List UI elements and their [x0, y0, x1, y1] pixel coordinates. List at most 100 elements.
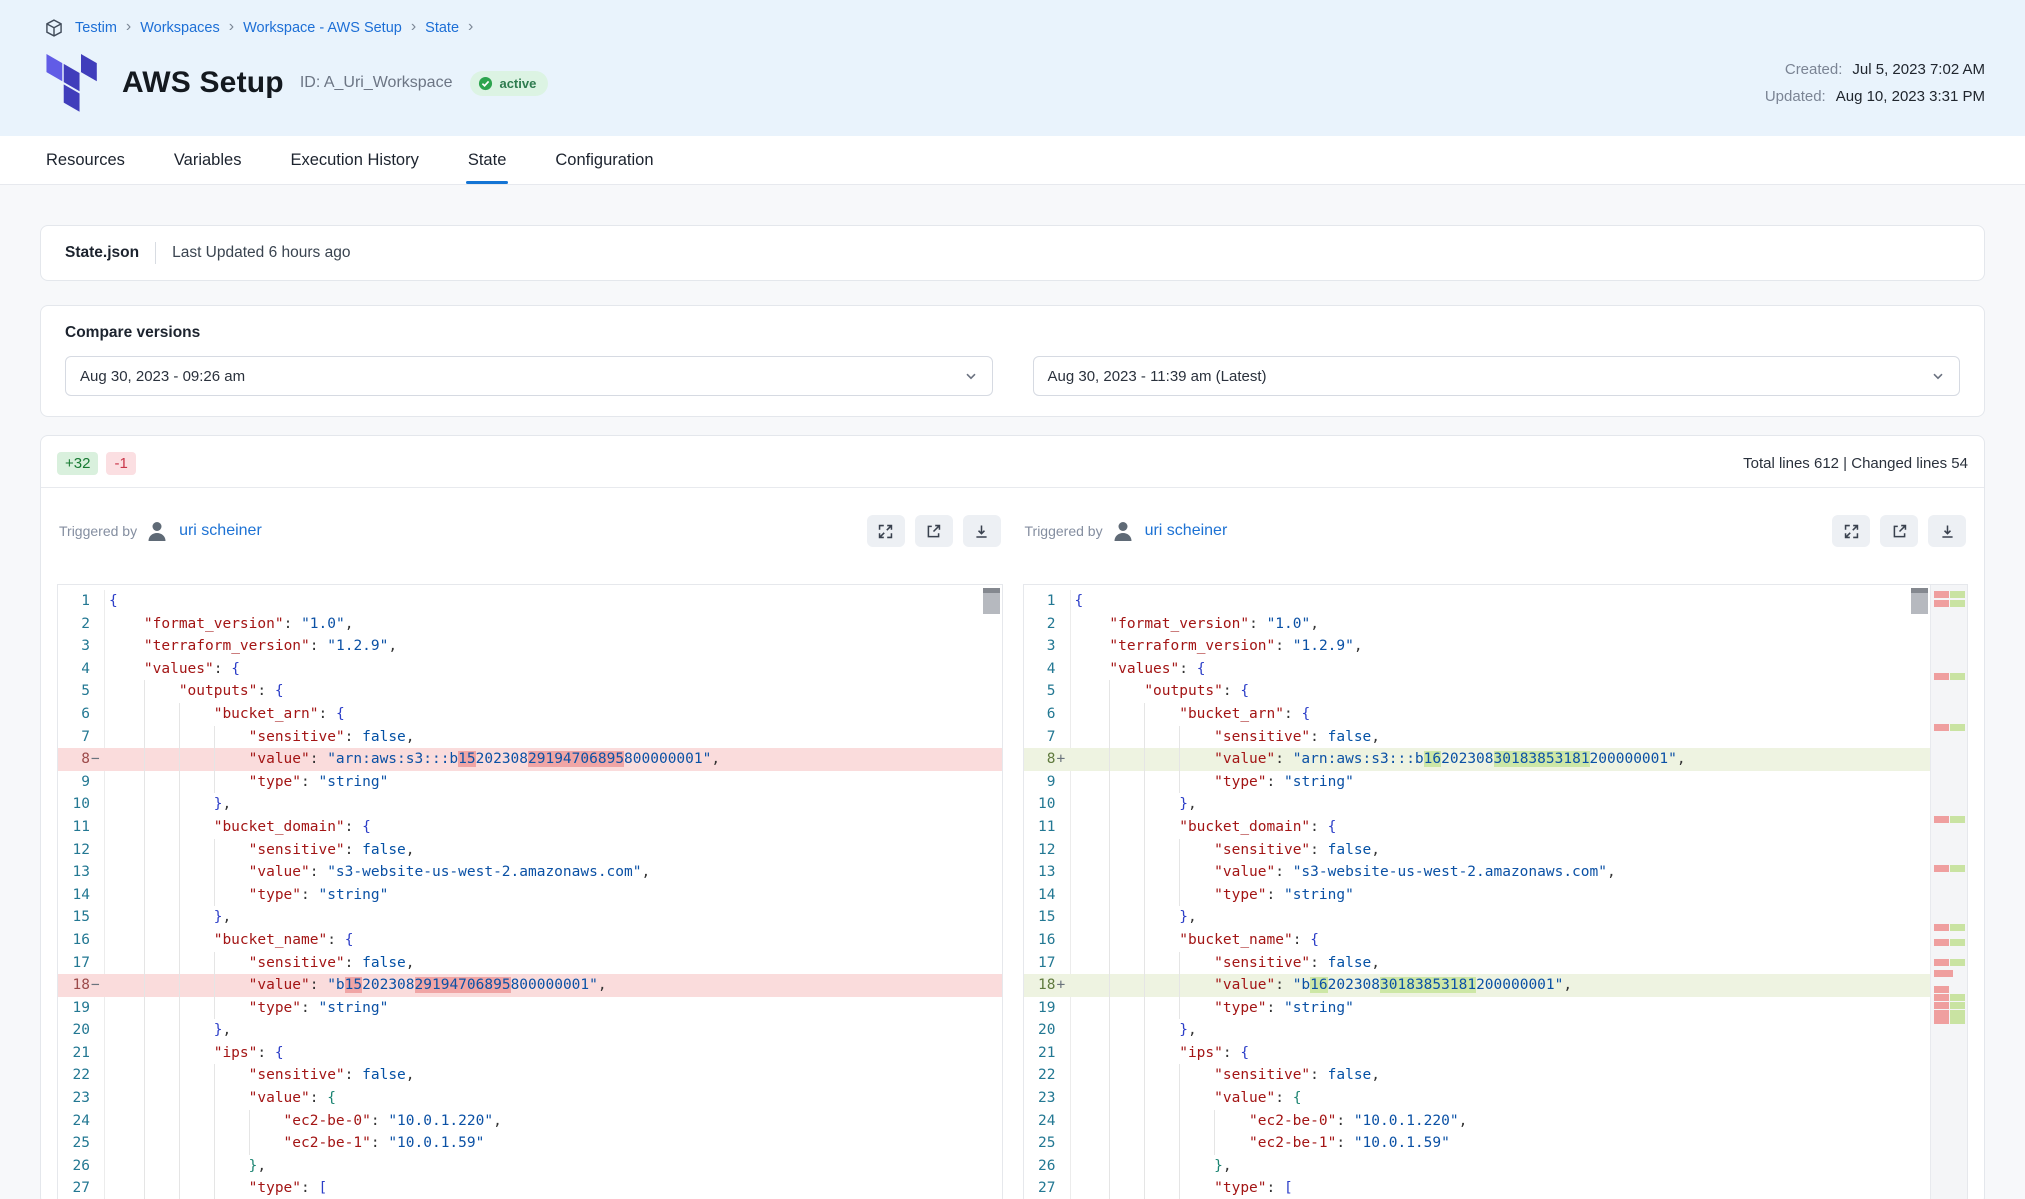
- code-token: }: [1179, 909, 1188, 925]
- code-token: :: [345, 842, 362, 858]
- download-button[interactable]: [1928, 515, 1966, 547]
- panel-header-left: Triggered by uri scheiner: [59, 514, 1001, 548]
- line-number-gutter: 4: [58, 658, 104, 681]
- tab-resources[interactable]: Resources: [46, 136, 125, 184]
- code-token: :: [257, 683, 274, 699]
- code-token: "bucket_name": [214, 932, 328, 948]
- last-updated-text: Last Updated 6 hours ago: [172, 244, 350, 262]
- code-token: :: [1267, 1180, 1284, 1196]
- code-line: 12 "sensitive": false,: [1024, 839, 1931, 862]
- breadcrumb-item-state[interactable]: State: [425, 20, 459, 36]
- breadcrumb-item-workspaces[interactable]: Workspaces: [140, 20, 220, 36]
- code-token: ,: [493, 1113, 502, 1129]
- tab-variables[interactable]: Variables: [174, 136, 242, 184]
- terraform-logo: [44, 52, 100, 114]
- code-token: :: [1293, 932, 1310, 948]
- diff-column-left: Triggered by uri scheiner: [57, 488, 1003, 1199]
- code-token: {: [362, 819, 371, 835]
- code-token: ,: [222, 909, 231, 925]
- breadcrumb-item-workspace-aws-setup[interactable]: Workspace - AWS Setup: [243, 20, 402, 36]
- code-token: "1.2.9": [327, 638, 388, 654]
- triggered-by-label: Triggered by: [1025, 523, 1103, 539]
- code-token: :: [1179, 661, 1196, 677]
- line-number-gutter: 10: [1024, 793, 1070, 816]
- compare-versions-title: Compare versions: [65, 324, 1960, 342]
- line-number-gutter: 5: [1024, 680, 1070, 703]
- user-link[interactable]: uri scheiner: [179, 522, 262, 540]
- code-line: 5 "outputs": {: [1024, 680, 1931, 703]
- breadcrumb-item-testim[interactable]: Testim: [75, 20, 117, 36]
- code-token: {: [1310, 932, 1319, 948]
- overview-ruler[interactable]: [1930, 585, 1967, 1199]
- tab-execution-history[interactable]: Execution History: [290, 136, 418, 184]
- code-token: "ips": [214, 1045, 258, 1061]
- line-number-gutter: 8+: [1024, 748, 1070, 771]
- code-token: 29194706895: [528, 751, 624, 767]
- code-token: "string": [318, 774, 388, 790]
- code-token: ,: [222, 1022, 231, 1038]
- updated-label: Updated:: [1765, 88, 1826, 105]
- code-token: :: [1267, 887, 1284, 903]
- line-number-gutter: 17: [58, 952, 104, 975]
- line-number-gutter: 19: [1024, 997, 1070, 1020]
- tab-configuration[interactable]: Configuration: [555, 136, 653, 184]
- code-token: {: [231, 661, 240, 677]
- code-line: 20 },: [58, 1019, 1002, 1042]
- code-token: ,: [1607, 864, 1616, 880]
- download-button[interactable]: [963, 515, 1001, 547]
- line-number-gutter: 26: [58, 1155, 104, 1178]
- expand-button[interactable]: [867, 515, 905, 547]
- code-token: ,: [1371, 1067, 1380, 1083]
- line-number-gutter: 18−: [58, 974, 104, 997]
- line-number-gutter: 25: [58, 1132, 104, 1155]
- code-token: "sensitive": [249, 842, 345, 858]
- code-token: "1.0": [301, 616, 345, 632]
- code-token: "10.0.1.220": [388, 1113, 493, 1129]
- scrollbar-thumb[interactable]: [983, 588, 1000, 614]
- code-token: :: [310, 864, 327, 880]
- code-token: {: [1240, 683, 1249, 699]
- code-token: :: [257, 1045, 274, 1061]
- code-token: 202308: [1328, 977, 1380, 993]
- line-number-gutter: 20: [58, 1019, 104, 1042]
- code-token: "bucket_domain": [1179, 819, 1310, 835]
- code-token: 16: [1424, 751, 1441, 767]
- code-token: ,: [641, 864, 650, 880]
- code-token: :: [284, 616, 301, 632]
- code-token: "value": [1214, 864, 1275, 880]
- line-number-gutter: 16: [1024, 929, 1070, 952]
- line-totals: Total lines 612 | Changed lines 54: [1743, 455, 1968, 472]
- chevron-right-icon: ›: [411, 18, 416, 36]
- line-number-gutter: 12: [1024, 839, 1070, 862]
- open-external-button[interactable]: [1880, 515, 1918, 547]
- version-select-left[interactable]: Aug 30, 2023 - 09:26 am: [65, 356, 993, 396]
- code-token: "ec2-be-0": [284, 1113, 371, 1129]
- code-token: 202308: [1441, 751, 1493, 767]
- code-line: 21 "ips": {: [58, 1042, 1002, 1065]
- code-token: "1.2.9": [1293, 638, 1354, 654]
- code-token: :: [1275, 864, 1292, 880]
- code-token: ,: [1371, 842, 1380, 858]
- diff-card: +32 -1 Total lines 612 | Changed lines 5…: [40, 435, 1985, 1199]
- code-token: ,: [406, 1067, 415, 1083]
- open-external-button[interactable]: [915, 515, 953, 547]
- code-token: "values": [144, 661, 214, 677]
- code-line: 5 "outputs": {: [58, 680, 1002, 703]
- chevron-down-icon: [964, 369, 978, 383]
- code-token: ,: [1310, 616, 1319, 632]
- code-token: "string": [318, 1000, 388, 1016]
- code-line: 14 "type": "string": [58, 884, 1002, 907]
- code-token: ,: [406, 729, 415, 745]
- version-select-right[interactable]: Aug 30, 2023 - 11:39 am (Latest): [1033, 356, 1961, 396]
- code-token: 16: [1310, 977, 1327, 993]
- code-token: false: [1328, 955, 1372, 971]
- code-token: :: [1267, 774, 1284, 790]
- code-token: }: [1179, 1022, 1188, 1038]
- expand-button[interactable]: [1832, 515, 1870, 547]
- user-link[interactable]: uri scheiner: [1145, 522, 1228, 540]
- created-value: Jul 5, 2023 7:02 AM: [1852, 61, 1985, 78]
- scrollbar-thumb[interactable]: [1911, 588, 1928, 614]
- tab-state[interactable]: State: [468, 136, 507, 184]
- line-number-gutter: 3: [1024, 635, 1070, 658]
- line-number-gutter: 9: [58, 771, 104, 794]
